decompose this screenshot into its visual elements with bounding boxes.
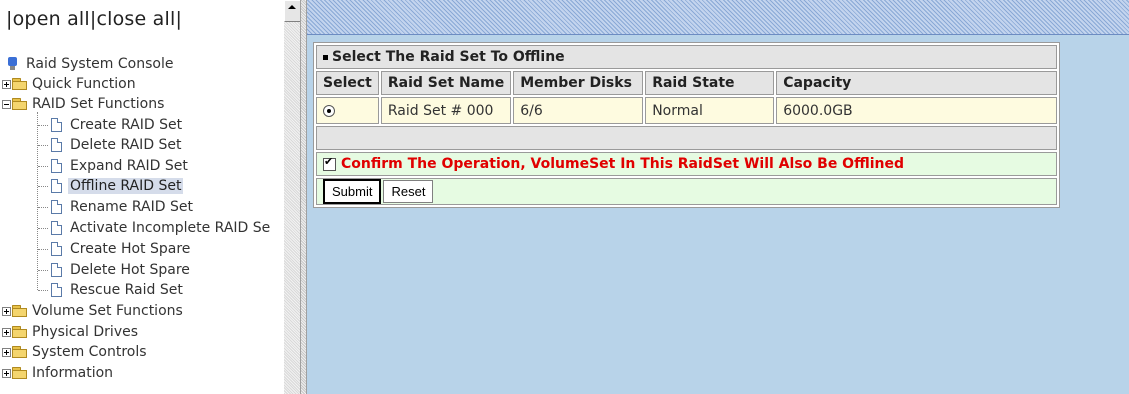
open-close-links: |open all|close all| <box>6 8 183 30</box>
bullet-icon <box>323 54 328 60</box>
scroll-up-arrow-icon[interactable] <box>284 0 300 22</box>
tree-item-system-controls[interactable]: System Controls <box>30 342 149 362</box>
collapse-icon[interactable] <box>2 100 11 109</box>
capacity: 6000.0GB <box>776 97 1058 124</box>
table-spacer <box>316 126 1058 150</box>
confirm-checkbox[interactable] <box>323 155 336 171</box>
page-icon <box>51 263 62 277</box>
tree-item-create-raid-set[interactable]: Create RAID Set <box>68 115 184 135</box>
tree-root[interactable]: Raid System Console <box>24 54 175 74</box>
page-icon <box>51 118 62 132</box>
column-header: Member Disks <box>513 71 644 95</box>
content-pane: Select The Raid Set To Offline Select Ra… <box>307 0 1129 394</box>
member-disks: 6/6 <box>513 97 644 124</box>
close-all-link[interactable]: close all <box>96 8 175 30</box>
tree-item-rename-raid-set[interactable]: Rename RAID Set <box>68 197 195 217</box>
column-header: Raid State <box>645 71 775 95</box>
tree-item-information[interactable]: Information <box>30 363 115 383</box>
page-icon <box>51 283 62 297</box>
tree-item-raid-set-functions[interactable]: RAID Set Functions <box>30 94 166 114</box>
confirm-label: Confirm The Operation, VolumeSet In This… <box>341 156 904 172</box>
raid-state: Normal <box>645 97 775 124</box>
tree-item-offline-raid-set[interactable]: Offline RAID Set <box>68 176 184 196</box>
column-header: Raid Set Name <box>380 71 512 95</box>
confirm-row: Confirm The Operation, VolumeSet In This… <box>316 152 1058 176</box>
page-icon <box>51 179 62 193</box>
tree-pane: |open all|close all| Raid System Console… <box>0 0 300 394</box>
tree-item-activate-incomplete-raid-set[interactable]: Activate Incomplete RAID Se <box>68 218 272 238</box>
select-cell <box>316 97 379 124</box>
console-icon <box>8 57 18 70</box>
expand-icon[interactable] <box>2 307 11 316</box>
tree-item-expand-raid-set[interactable]: Expand RAID Set <box>68 156 190 176</box>
expand-icon[interactable] <box>2 369 11 378</box>
expand-icon[interactable] <box>2 80 11 89</box>
folder-open-icon <box>12 98 28 110</box>
table-row: Raid Set # 000 6/6 Normal 6000.0GB <box>316 97 1058 124</box>
tree-item-volume-set-functions[interactable]: Volume Set Functions <box>30 301 185 321</box>
tree-item-rescue-raid-set[interactable]: Rescue Raid Set <box>68 280 185 300</box>
tree-item-physical-drives[interactable]: Physical Drives <box>30 322 140 342</box>
raid-set-name: Raid Set # 000 <box>380 97 512 124</box>
expand-icon[interactable] <box>2 348 11 357</box>
tree-item-create-hot-spare[interactable]: Create Hot Spare <box>68 239 192 259</box>
offline-raid-set-form: Select The Raid Set To Offline Select Ra… <box>313 42 1061 208</box>
folder-icon <box>12 326 28 338</box>
section-title: Select The Raid Set To Offline <box>316 45 1058 69</box>
column-header: Select <box>316 71 379 95</box>
tree-scrollbar[interactable] <box>284 0 300 394</box>
frame-splitter[interactable] <box>300 0 307 394</box>
button-row: Submit Reset <box>316 178 1058 205</box>
folder-icon <box>12 305 28 317</box>
page-icon <box>51 159 62 173</box>
folder-icon <box>12 367 28 379</box>
submit-button[interactable]: Submit <box>323 179 382 204</box>
tree-item-quick-function[interactable]: Quick Function <box>30 74 138 94</box>
folder-icon <box>12 78 28 90</box>
open-all-link[interactable]: open all <box>13 8 90 30</box>
expand-icon[interactable] <box>2 328 11 337</box>
page-icon <box>51 138 62 152</box>
content-header-pattern <box>307 0 1129 35</box>
column-header: Capacity <box>776 71 1058 95</box>
page-icon <box>51 221 62 235</box>
reset-button[interactable]: Reset <box>383 180 434 203</box>
page-icon <box>51 242 62 256</box>
page-icon <box>51 200 62 214</box>
tree-item-delete-hot-spare[interactable]: Delete Hot Spare <box>68 260 192 280</box>
raid-set-radio[interactable] <box>323 104 335 117</box>
folder-icon <box>12 346 28 358</box>
tree-item-delete-raid-set[interactable]: Delete RAID Set <box>68 135 184 155</box>
tree-toolbar: |open all|close all| <box>0 0 284 36</box>
